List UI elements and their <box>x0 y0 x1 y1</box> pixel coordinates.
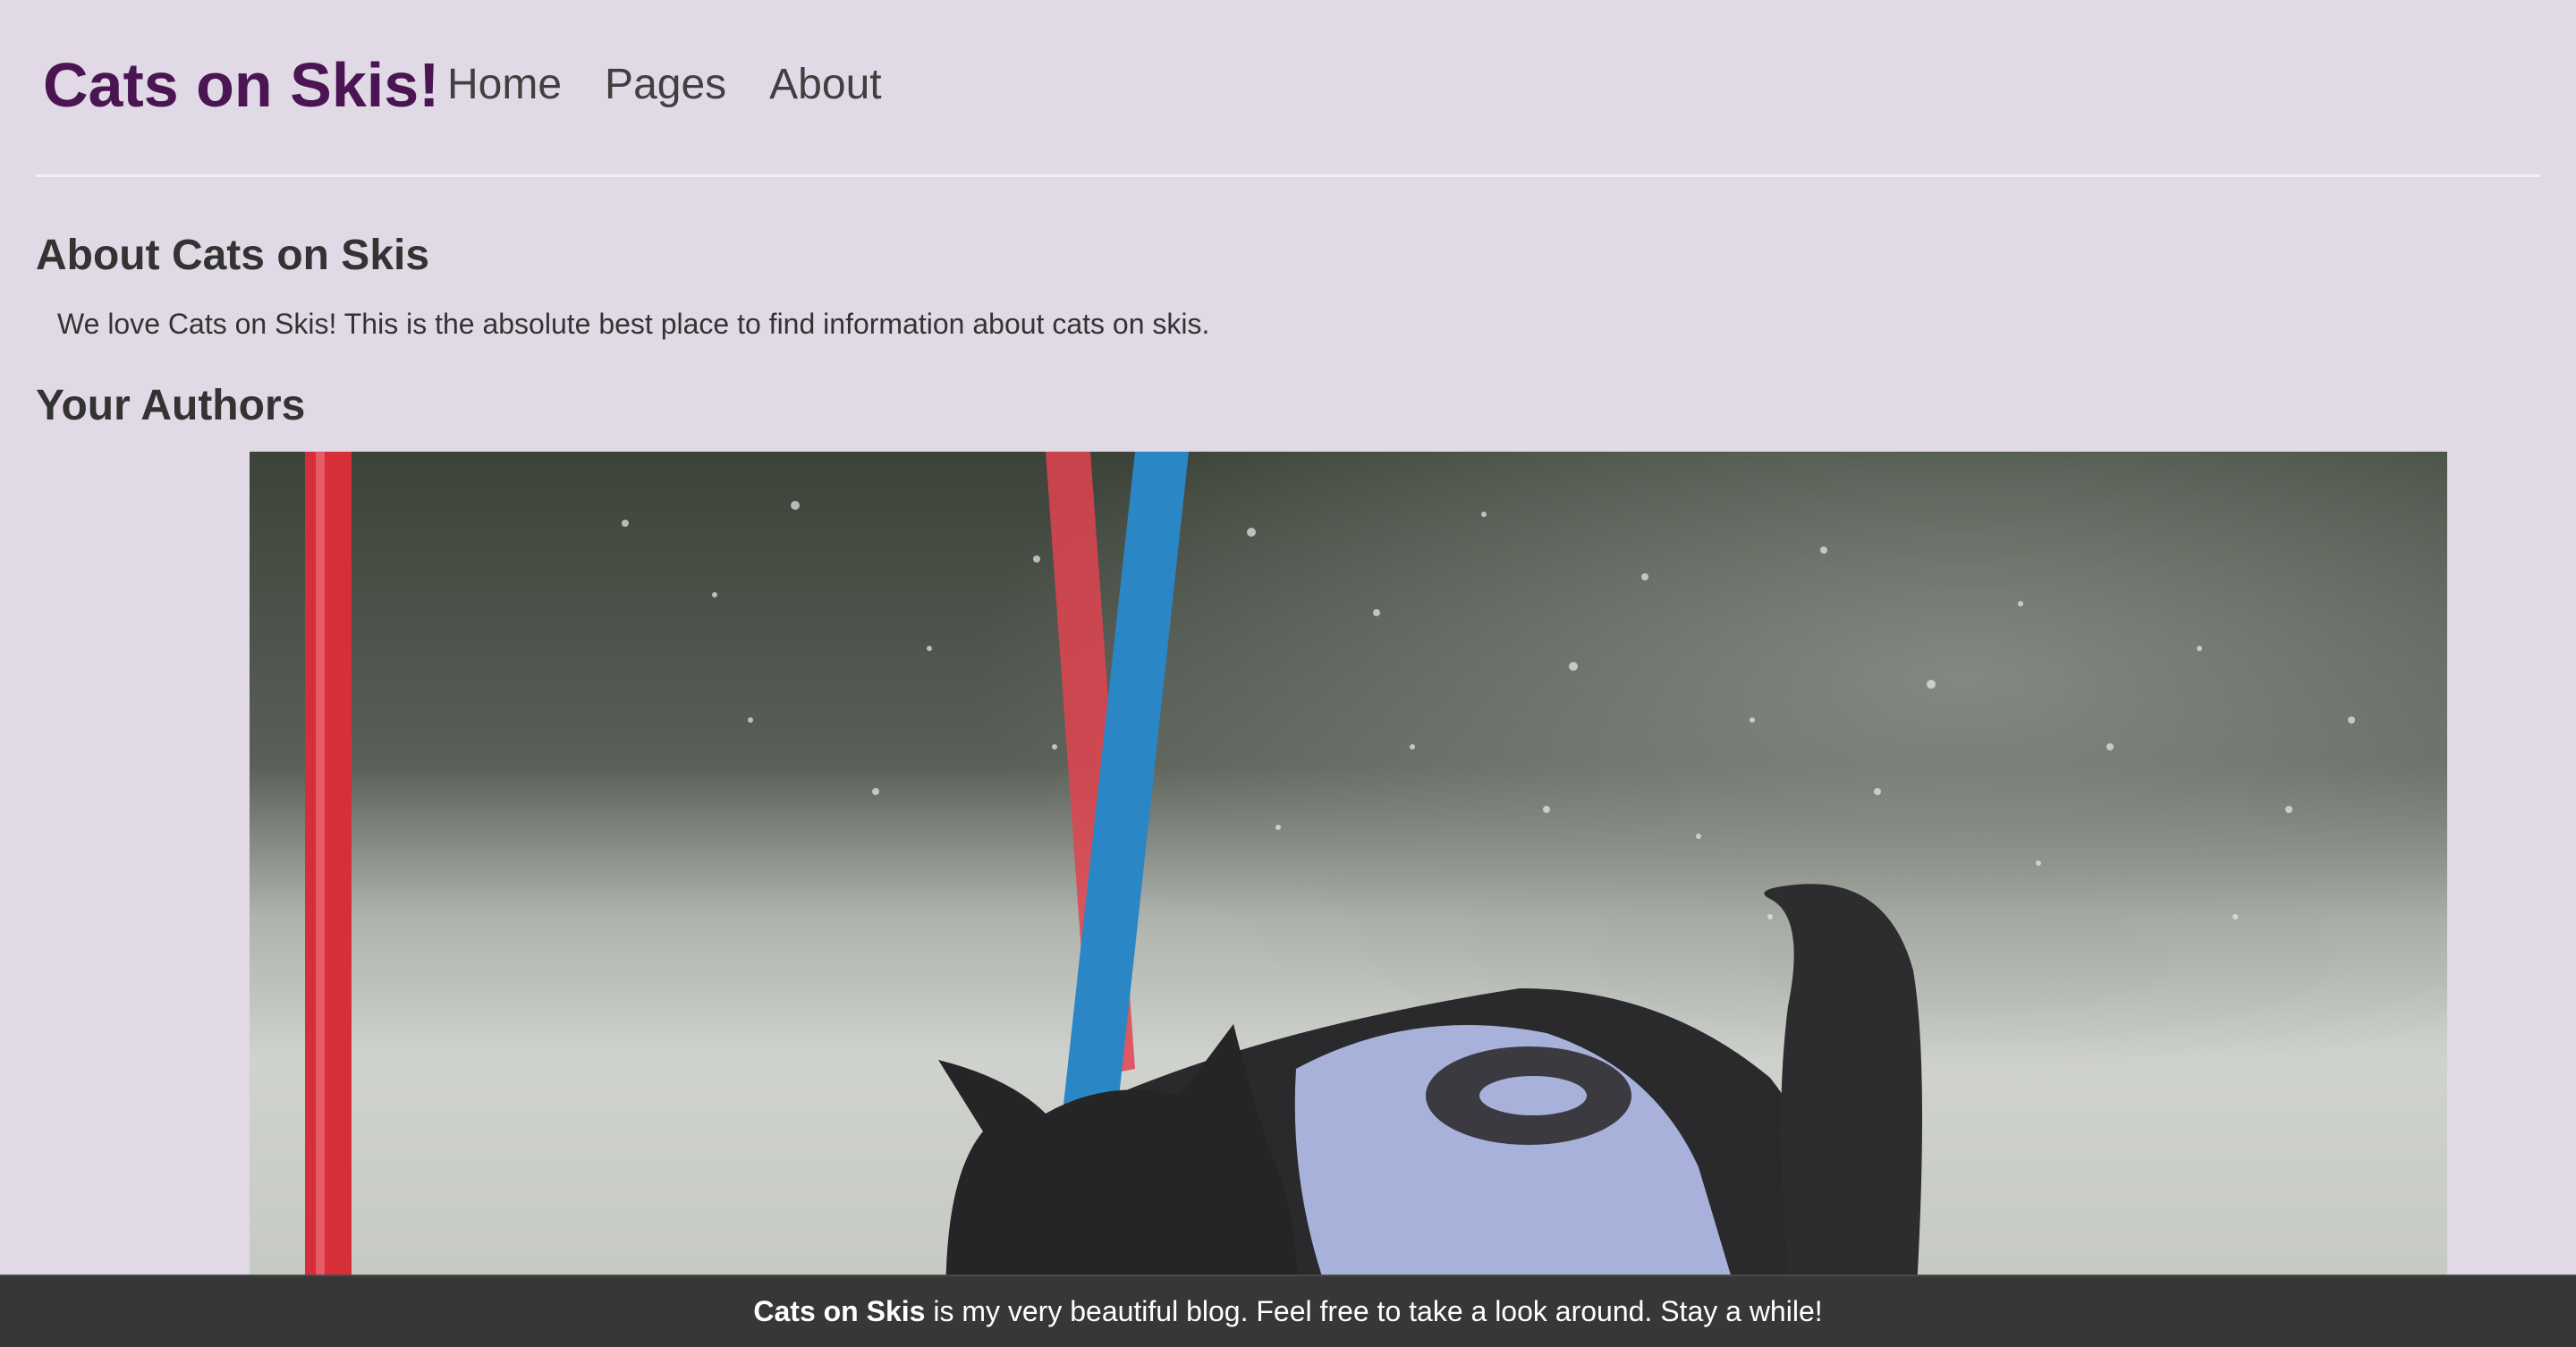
site-footer: Cats on Skis is my very beautiful blog. … <box>0 1275 2576 1347</box>
author-photo <box>250 452 2447 1347</box>
about-paragraph: We love Cats on Skis! This is the absolu… <box>57 308 1210 340</box>
authors-heading: Your Authors <box>36 382 306 429</box>
nav-link-home[interactable]: Home <box>447 54 562 116</box>
page: Cats on Skis! Home Pages About About Cat… <box>0 0 2576 1347</box>
footer-brand: Cats on Skis <box>753 1295 926 1327</box>
red-slalom-pole <box>305 452 352 1347</box>
nav-link-pages[interactable]: Pages <box>605 54 726 116</box>
site-title-link[interactable]: Cats on Skis! <box>43 45 439 125</box>
about-heading: About Cats on Skis <box>36 232 430 279</box>
nav-link-about[interactable]: About <box>769 54 881 116</box>
footer-text: is my very beautiful blog. Feel free to … <box>925 1295 1823 1327</box>
site-header: Cats on Skis! Home Pages About <box>36 0 2540 177</box>
main-nav: Home Pages About <box>447 54 882 116</box>
